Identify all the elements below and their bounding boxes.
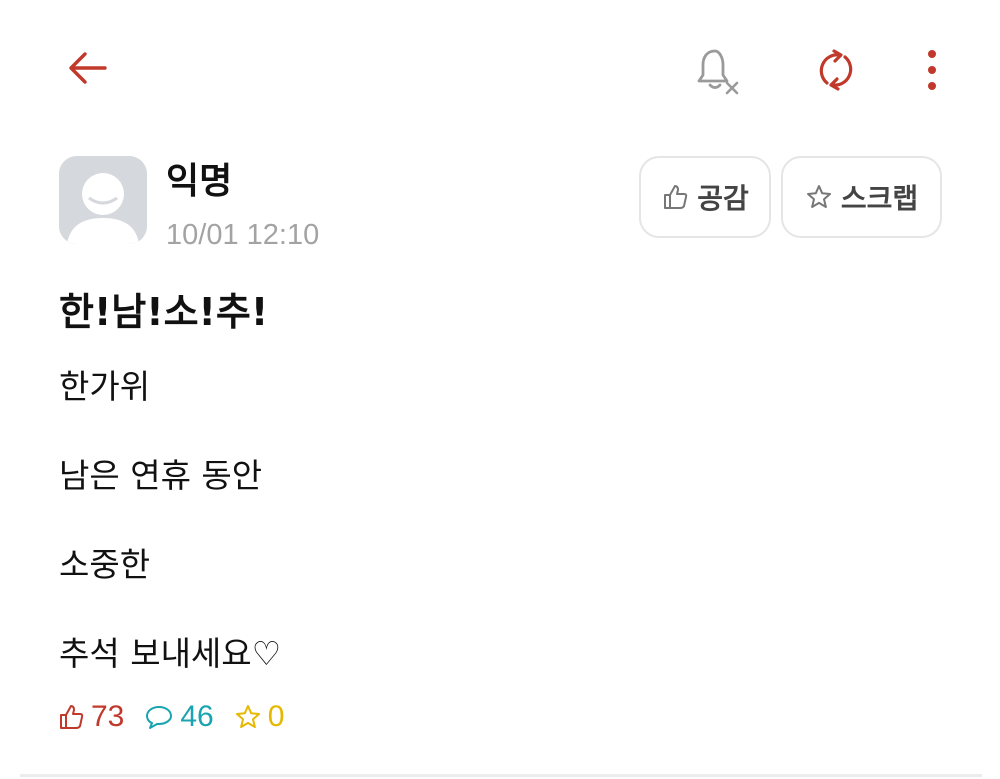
comment-bubble-icon — [146, 706, 173, 729]
comment-count-value: 46 — [180, 700, 214, 733]
like-button[interactable]: 공감 — [639, 156, 771, 238]
like-count-value: 73 — [91, 700, 125, 733]
scrap-count: 0 — [234, 700, 285, 734]
body-line: 소중한 — [59, 545, 151, 584]
refresh-button[interactable] — [806, 40, 866, 100]
divider — [20, 774, 982, 777]
star-icon — [235, 705, 260, 728]
star-icon — [806, 185, 831, 208]
avatar — [59, 156, 147, 244]
post-timestamp: 10/01 12:10 — [166, 219, 320, 251]
post-body: 한가위 남은 연휴 동안 소중한 추석 보내세요♡ — [59, 364, 939, 720]
comment-count: 46 — [144, 700, 214, 734]
author-name: 익명 — [166, 161, 233, 202]
more-vertical-icon — [928, 50, 936, 90]
thumbs-up-icon — [60, 705, 84, 729]
thumbs-up-icon — [664, 185, 688, 209]
post-stats: 73 46 0 — [57, 695, 304, 739]
notification-off-button[interactable] — [688, 40, 748, 100]
like-count: 73 — [57, 700, 124, 734]
arrow-left-icon — [69, 52, 107, 84]
body-line: 한가위 — [59, 367, 151, 406]
default-avatar-icon — [59, 156, 147, 244]
body-line: 추석 보내세요♡ — [59, 634, 282, 673]
scrap-button-label: 스크랩 — [840, 182, 919, 215]
like-button-label: 공감 — [697, 182, 749, 215]
body-line: 남은 연휴 동안 — [59, 456, 263, 495]
back-button[interactable] — [56, 40, 118, 96]
bell-off-icon — [697, 49, 739, 95]
post-title: 한!남!소!추! — [59, 290, 269, 334]
more-options-button[interactable] — [912, 40, 952, 100]
scrap-button[interactable]: 스크랩 — [781, 156, 942, 238]
refresh-icon — [819, 49, 853, 91]
scrap-count-value: 0 — [267, 700, 285, 733]
post-page: 익명 10/01 12:10 공감 스크랩 한!남!소!추! 한가위 남은 연휴… — [0, 0, 1000, 779]
top-app-bar — [0, 0, 1000, 135]
